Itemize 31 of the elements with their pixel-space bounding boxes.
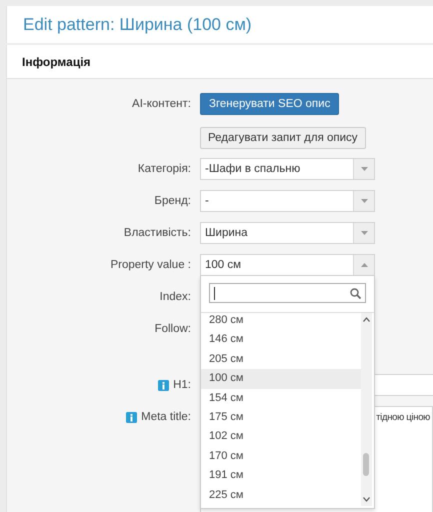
info-icon — [126, 412, 138, 423]
field-label: Властивість: — [124, 226, 191, 241]
info-icon — [158, 380, 170, 391]
section-title: Інформація — [22, 54, 91, 68]
page-title: Edit pattern: Ширина (100 см) — [23, 14, 252, 34]
field-label: Категорія: — [138, 162, 191, 177]
dropdown-option[interactable]: 100 см — [201, 369, 361, 389]
field-label: H1: — [173, 378, 191, 393]
field-label: Index: — [160, 290, 191, 305]
chevron-up-icon — [363, 317, 370, 322]
scrollbar[interactable] — [361, 313, 372, 506]
edit-prompt-button[interactable]: Редагувати запит для опису — [200, 127, 366, 149]
field-label: Meta title: — [141, 410, 191, 425]
caret-down-icon — [360, 167, 368, 171]
field-label: Follow: — [154, 322, 191, 337]
search-icon — [350, 288, 361, 298]
select-field[interactable]: Ширина — [200, 222, 375, 244]
select-field[interactable]: -Шафи в спальню — [200, 158, 375, 180]
select-field[interactable]: - — [200, 190, 375, 212]
scrollbar-thumb[interactable] — [363, 453, 369, 476]
caret-down-icon — [360, 231, 368, 235]
generate-seo-button[interactable]: Згенерувати SEO опис — [200, 93, 340, 115]
dropdown-option[interactable]: 154 см — [201, 388, 361, 408]
caret-down-icon — [360, 199, 368, 203]
field-label: Property value : — [110, 258, 191, 273]
field-label: AI-контент: — [132, 97, 191, 112]
search-field[interactable] — [209, 283, 366, 303]
chevron-down-icon — [363, 497, 370, 502]
select-field[interactable]: 100 см — [200, 254, 375, 276]
caret-up-icon — [360, 263, 368, 267]
field-label: Бренд: — [154, 194, 191, 209]
